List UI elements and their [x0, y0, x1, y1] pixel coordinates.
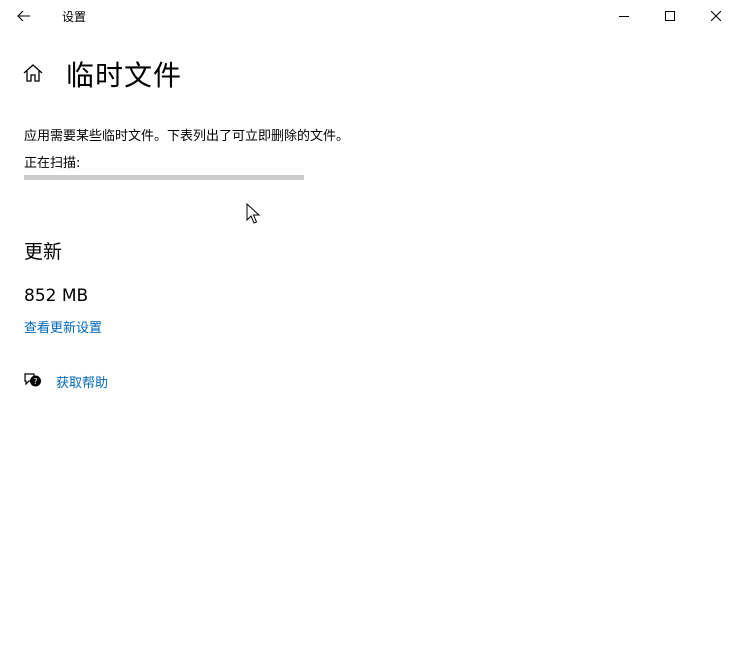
- back-button[interactable]: [9, 4, 39, 28]
- window-title: 设置: [62, 10, 87, 24]
- view-update-settings-link[interactable]: 查看更新设置: [24, 317, 102, 336]
- maximize-icon: [665, 11, 675, 21]
- maximize-button[interactable]: [647, 0, 693, 32]
- page-title: 临时文件: [66, 59, 183, 92]
- get-help-link[interactable]: 获取帮助: [56, 372, 108, 391]
- minimize-icon: [619, 16, 629, 17]
- title-bar: 设置: [0, 0, 739, 32]
- updates-size: 852 MB: [24, 286, 89, 306]
- close-icon: [711, 11, 721, 21]
- close-button[interactable]: [693, 0, 739, 32]
- home-button[interactable]: [22, 62, 44, 84]
- help-chat-icon: ?: [24, 373, 41, 387]
- arrow-left-icon: [17, 10, 30, 22]
- mouse-cursor-icon: [246, 203, 261, 224]
- page-description: 应用需要某些临时文件。下表列出了可立即删除的文件。: [24, 129, 350, 144]
- scan-progress-bar: [24, 175, 304, 180]
- minimize-button[interactable]: [601, 0, 647, 32]
- svg-text:?: ?: [33, 377, 37, 386]
- home-icon: [23, 64, 43, 82]
- scan-status-label: 正在扫描:: [24, 156, 81, 171]
- updates-section-title: 更新: [24, 241, 63, 263]
